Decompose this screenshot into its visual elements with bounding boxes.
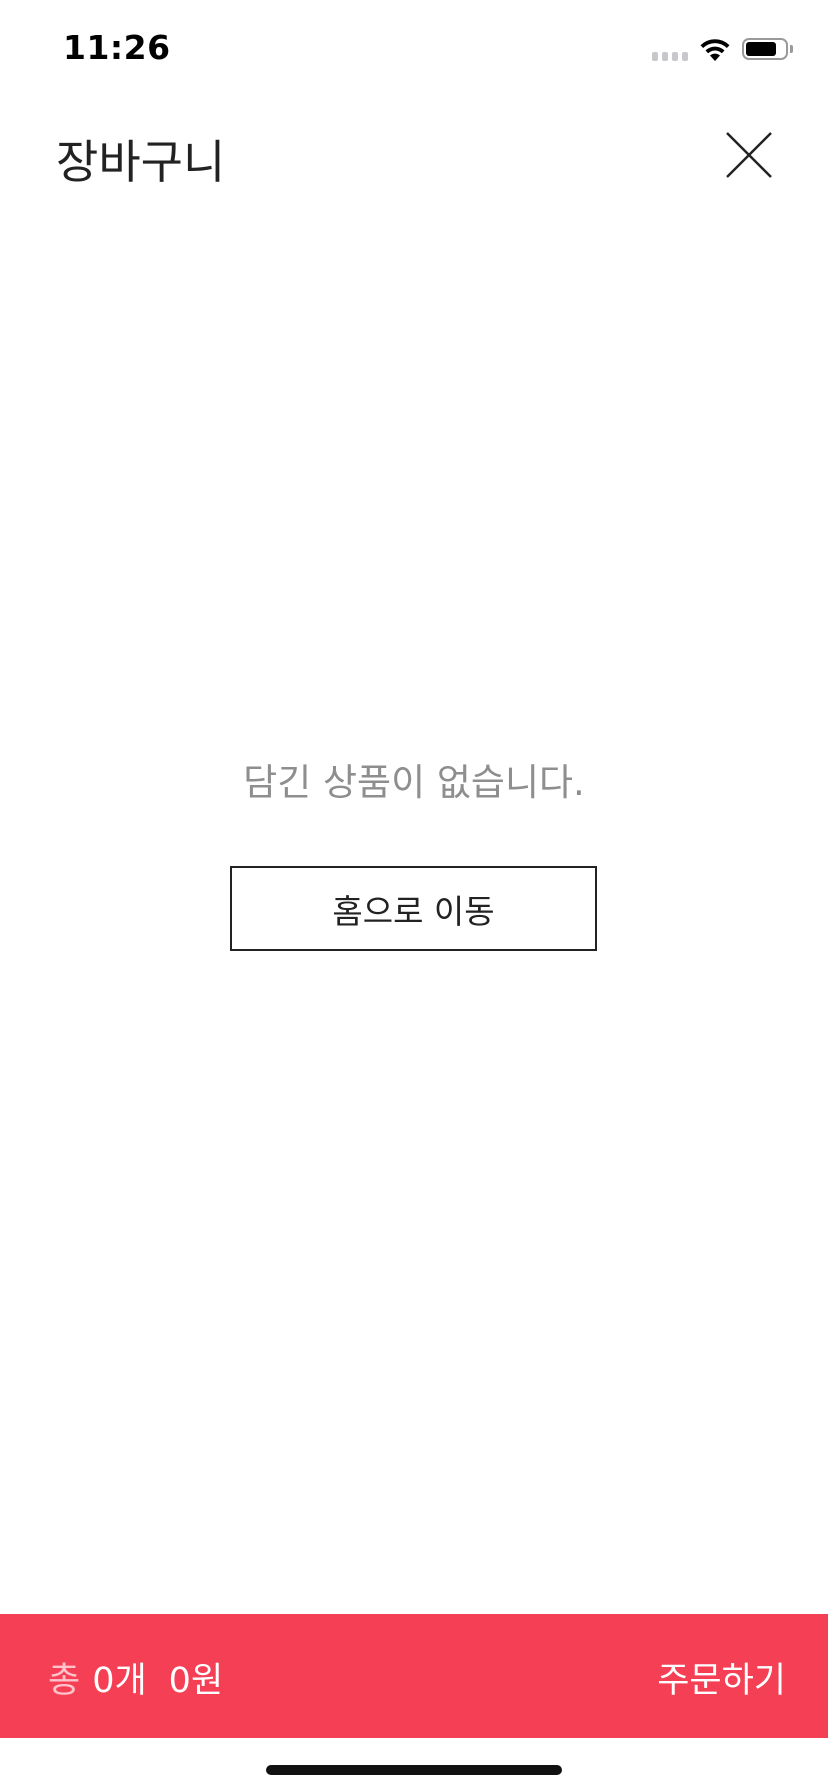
total-price: 0원	[168, 1661, 224, 1701]
order-button[interactable]: 주문하기	[657, 1652, 786, 1703]
close-button[interactable]	[718, 124, 780, 186]
total-summary: 총 0개 0원	[48, 1652, 223, 1703]
battery-icon	[742, 38, 788, 60]
wifi-icon	[698, 36, 732, 62]
battery-cap	[790, 45, 793, 53]
go-home-button[interactable]: 홈으로 이동	[230, 866, 597, 951]
total-count: 0개	[92, 1661, 147, 1701]
status-bar: 11:26	[0, 0, 828, 100]
status-time: 11:26	[63, 28, 171, 67]
order-bar: 총 0개 0원 주문하기	[0, 1614, 828, 1738]
empty-cart-message: 담긴 상품이 없습니다.	[243, 761, 585, 804]
close-icon	[718, 124, 780, 186]
battery-level	[746, 42, 776, 56]
home-indicator	[266, 1765, 562, 1775]
total-label: 총	[48, 1661, 81, 1701]
go-home-button-label: 홈으로 이동	[332, 891, 495, 931]
page-title: 장바구니	[56, 135, 226, 189]
cellular-signal-icon	[652, 52, 688, 61]
